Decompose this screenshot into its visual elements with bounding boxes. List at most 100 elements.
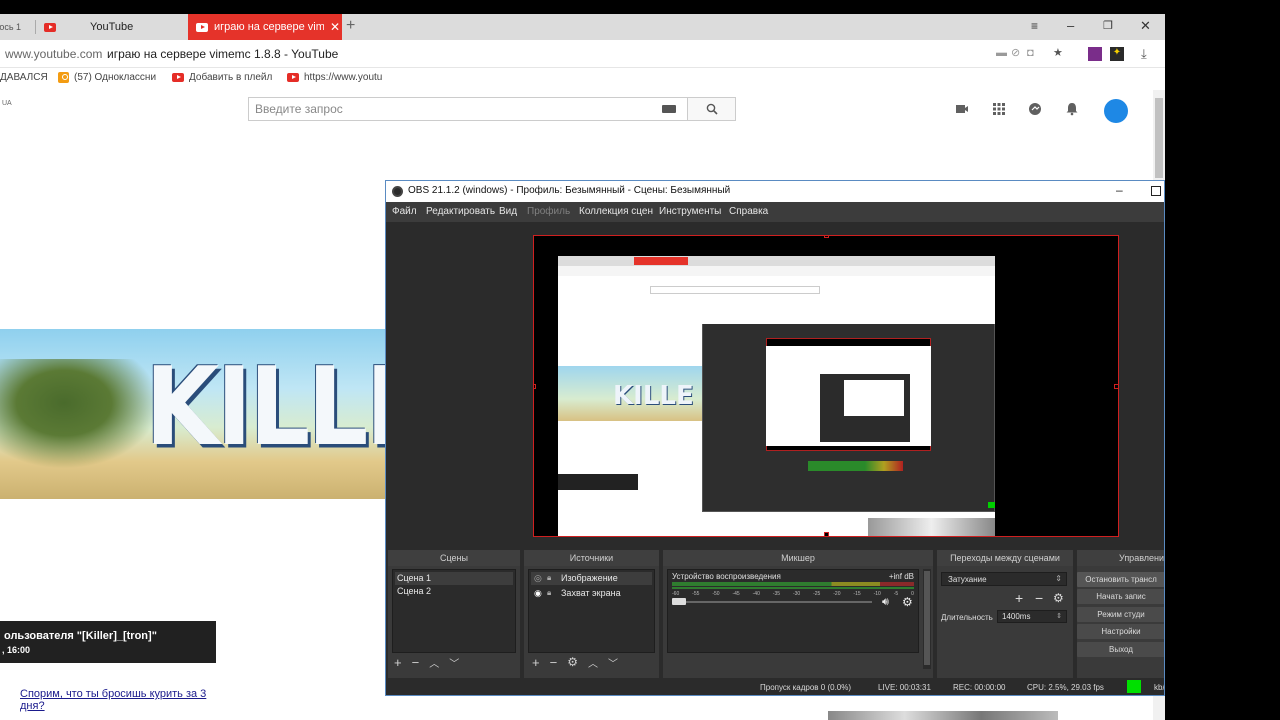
- minimize-button[interactable]: –: [1067, 19, 1074, 33]
- search-button[interactable]: [687, 98, 735, 120]
- remove-transition-icon[interactable]: −: [1035, 590, 1043, 606]
- obs-docks: Сцены Сцена 1 Сцена 2 + − ︿ ﹀ Источники …: [386, 550, 1164, 678]
- apps-grid-icon[interactable]: [992, 102, 1006, 116]
- remove-source-icon[interactable]: −: [550, 655, 558, 670]
- scrollbar-thumb[interactable]: [1155, 98, 1163, 178]
- promo-link[interactable]: Спорим, что ты бросишь курить за 3 дня?: [20, 688, 220, 712]
- bookmark-odnoklassniki[interactable]: (57) Одноклассни: [58, 72, 156, 83]
- video-thumbnail-banner[interactable]: KILLEI: [0, 329, 386, 499]
- obs-maximize-button[interactable]: [1151, 186, 1161, 196]
- resize-handle-right[interactable]: [1114, 384, 1118, 389]
- extension-avatar-icon[interactable]: [1088, 47, 1102, 61]
- messages-icon[interactable]: [1028, 102, 1042, 116]
- restore-button[interactable]: ❐: [1103, 19, 1113, 33]
- visibility-eye-icon[interactable]: ◉: [534, 588, 542, 599]
- mixer-dock: Микшер Устройство воспроизведения +inf d…: [663, 550, 933, 678]
- transition-selected: Затухание: [948, 575, 987, 584]
- reader-icon[interactable]: ▬: [996, 48, 1007, 59]
- add-scene-icon[interactable]: +: [394, 655, 402, 670]
- keyboard-icon[interactable]: [662, 105, 676, 113]
- menu-file[interactable]: Файл: [392, 206, 417, 217]
- scene-item-1[interactable]: Сцена 1: [395, 572, 513, 585]
- menu-icon[interactable]: ≡: [1031, 19, 1038, 33]
- extension-icon[interactable]: ◘: [1027, 48, 1038, 59]
- resize-handle-left[interactable]: [534, 384, 536, 389]
- add-source-icon[interactable]: +: [532, 655, 540, 670]
- bookmark-youtube-link[interactable]: https://www.youtu: [287, 72, 382, 83]
- account-avatar[interactable]: [1104, 99, 1128, 123]
- transition-settings-gear-icon[interactable]: ⚙: [1053, 591, 1064, 605]
- sources-toolbar: + − ⚙ ︿ ﹀: [532, 654, 618, 670]
- remove-scene-icon[interactable]: −: [412, 655, 420, 670]
- move-up-icon[interactable]: ︿: [588, 655, 598, 670]
- menu-edit[interactable]: Редактировать: [426, 206, 495, 217]
- tab-active-video[interactable]: играю на сервере vimem ✕: [188, 14, 342, 40]
- bookmark-add-playlist[interactable]: Добавить в плейл: [172, 72, 272, 83]
- volume-slider-track[interactable]: [672, 601, 872, 603]
- stop-streaming-button[interactable]: Остановить трансл: [1077, 572, 1164, 587]
- obs-minimize-button[interactable]: –: [1116, 183, 1123, 197]
- bookmark-1-label: ДАВАЛСЯ: [0, 72, 48, 83]
- youtube-icon: [44, 22, 56, 32]
- meter-tick: -5: [893, 591, 899, 597]
- youtube-icon: [196, 22, 208, 32]
- upload-video-icon[interactable]: [955, 102, 969, 116]
- close-window-button[interactable]: ✕: [1140, 19, 1151, 33]
- obs-preview-area[interactable]: KILLE: [386, 222, 1164, 547]
- lock-icon[interactable]: 🔒︎: [547, 573, 551, 583]
- mixer-scrollbar-thumb[interactable]: [924, 571, 930, 665]
- scene-item-2[interactable]: Сцена 2: [395, 585, 513, 598]
- dropped-frames-status: Пропуск кадров 0 (0.0%): [760, 683, 852, 692]
- notifications-bell-icon[interactable]: [1065, 102, 1079, 116]
- preview-selected-source[interactable]: KILLE: [533, 235, 1119, 537]
- search-input[interactable]: Введите запрос: [248, 97, 736, 121]
- menu-scene-collection[interactable]: Коллекция сцен: [579, 206, 653, 217]
- block-icon[interactable]: ⊘: [1011, 48, 1022, 59]
- sources-dock: Источники Изображение ◎ 🔒︎ Захват экрана…: [524, 550, 659, 678]
- obs-logo-icon: [392, 186, 403, 197]
- move-down-icon[interactable]: ﹀: [449, 655, 459, 670]
- rec-time-status: REC: 00:00:00: [953, 683, 1006, 692]
- mixer-settings-gear-icon[interactable]: ⚙: [902, 595, 913, 609]
- extension-star-icon[interactable]: ✦: [1110, 47, 1124, 61]
- meter-tick: -60: [672, 591, 680, 597]
- add-transition-icon[interactable]: +: [1015, 590, 1023, 606]
- notification-time: , 16:00: [2, 645, 31, 655]
- bookmark-star-icon[interactable]: ★: [1053, 48, 1064, 59]
- download-icon[interactable]: ⤓: [1141, 47, 1152, 60]
- source-settings-gear-icon[interactable]: ⚙: [567, 655, 578, 669]
- exit-button[interactable]: Выход: [1077, 642, 1164, 657]
- menu-help[interactable]: Справка: [729, 206, 768, 217]
- start-recording-button[interactable]: Начать запис: [1077, 589, 1164, 604]
- resize-handle-top[interactable]: [824, 236, 829, 238]
- menu-view[interactable]: Вид: [499, 206, 517, 217]
- transition-select[interactable]: Затухание ⇕: [941, 572, 1067, 586]
- spin-arrows-icon[interactable]: ⇕: [1056, 612, 1062, 620]
- scenes-dock: Сцены Сцена 1 Сцена 2 + − ︿ ﹀: [388, 550, 520, 678]
- speaker-icon[interactable]: 🔊︎: [882, 596, 889, 609]
- resize-handle-bottom[interactable]: [824, 532, 829, 536]
- menu-tools[interactable]: Инструменты: [659, 206, 721, 217]
- move-down-icon[interactable]: ﹀: [608, 655, 618, 670]
- bottom-thumbnail[interactable]: [828, 711, 1058, 720]
- visibility-hidden-icon[interactable]: ◎: [534, 573, 542, 584]
- settings-button[interactable]: Настройки: [1077, 624, 1164, 639]
- mixer-scrollbar[interactable]: [923, 569, 931, 669]
- meter-tick: -30: [792, 591, 801, 597]
- notification-popup[interactable]: ользователя "[Killer]_[tron]" , 16:00: [0, 621, 216, 663]
- studio-mode-button[interactable]: Режим студи: [1077, 607, 1164, 622]
- mixer-header: Микшер: [663, 550, 933, 566]
- new-tab-button[interactable]: +: [346, 18, 355, 34]
- volume-meter-2: [672, 587, 914, 589]
- duration-spinbox[interactable]: 1400ms ⇕: [997, 610, 1067, 623]
- duration-label: Длительность: [941, 613, 993, 622]
- close-tab-icon[interactable]: ✕: [330, 20, 340, 34]
- tab-previous[interactable]: лось 1: [0, 14, 36, 40]
- address-bar[interactable]: www.youtube.com играю на сервере vimemc …: [0, 40, 1165, 68]
- tab-youtube[interactable]: YouTube: [36, 14, 188, 40]
- move-up-icon[interactable]: ︿: [429, 655, 439, 670]
- bookmark-1[interactable]: ДАВАЛСЯ: [0, 72, 48, 83]
- volume-slider-handle[interactable]: [672, 598, 686, 605]
- lock-icon[interactable]: 🔒︎: [547, 588, 551, 598]
- menu-profile[interactable]: Профиль: [527, 206, 570, 217]
